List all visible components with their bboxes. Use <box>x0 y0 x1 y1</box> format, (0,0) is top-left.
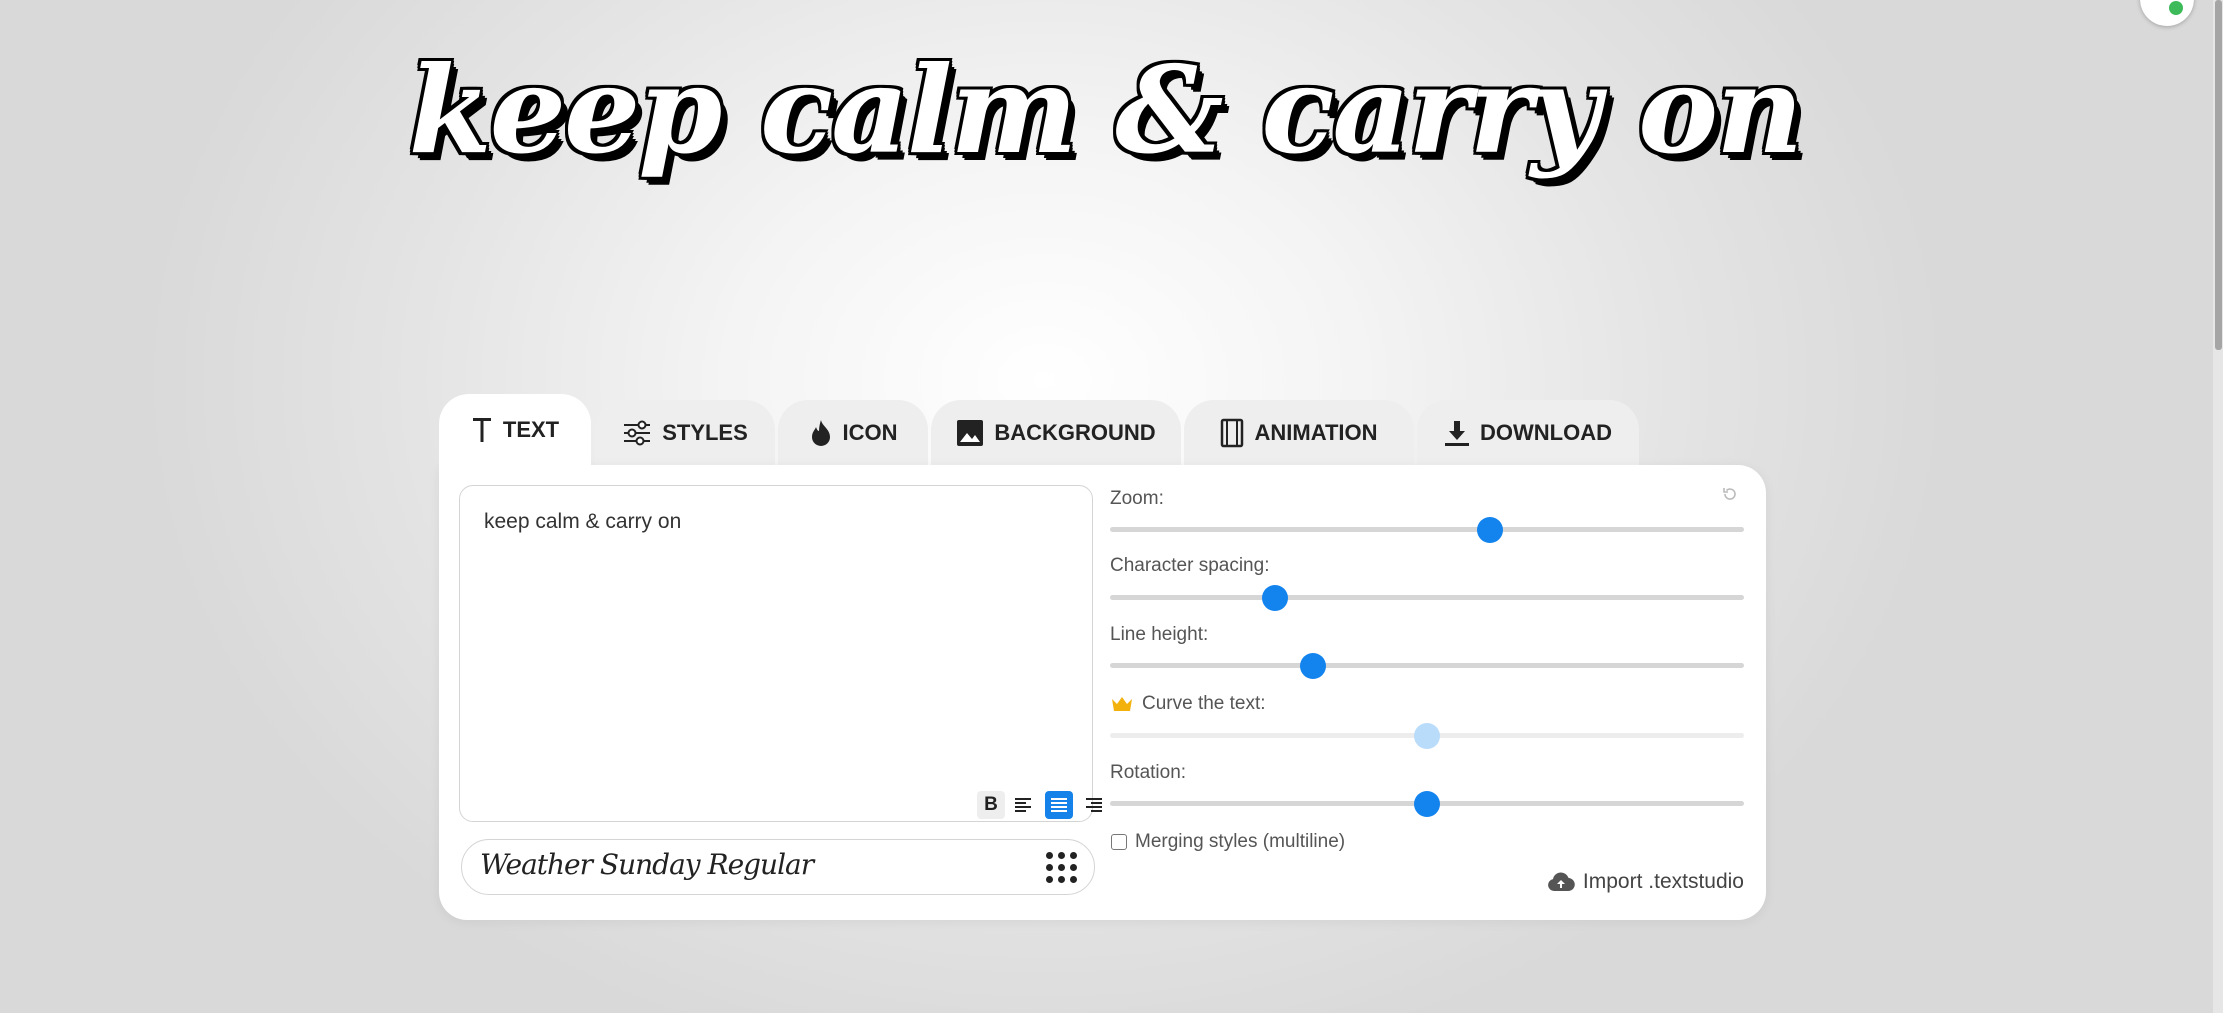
scrollbar-thumb[interactable] <box>2215 0 2222 350</box>
image-icon <box>957 420 984 446</box>
align-left-button[interactable] <box>1009 791 1037 819</box>
curve-slider-thumb[interactable] <box>1414 723 1440 749</box>
align-center-icon <box>1051 798 1067 812</box>
tab-background[interactable]: BACKGROUND <box>931 400 1181 466</box>
tab-text[interactable]: TEXT <box>439 394 591 466</box>
align-right-button[interactable] <box>1080 791 1108 819</box>
line-height-label: Line height: <box>1110 624 1209 645</box>
align-right-icon <box>1086 798 1102 812</box>
tab-animation[interactable]: ANIMATION <box>1184 400 1414 466</box>
status-dot-icon <box>2169 1 2183 15</box>
font-selector[interactable]: Weather Sunday Regular <box>461 839 1095 895</box>
zoom-slider[interactable] <box>1110 517 1744 543</box>
rotation-label: Rotation: <box>1110 762 1187 783</box>
align-left-icon <box>1015 798 1031 812</box>
align-center-button[interactable] <box>1045 791 1073 819</box>
film-icon <box>1221 418 1244 448</box>
grid-dots-icon[interactable] <box>1046 852 1078 884</box>
character-spacing-label: Character spacing: <box>1110 555 1270 576</box>
rotation-slider[interactable] <box>1110 791 1744 817</box>
text-preview: keep calm & carry on <box>408 40 1804 181</box>
import-button[interactable]: Import .textstudio <box>1547 870 1744 894</box>
editor-panel: keep calm & carry on B Weather Sunday Re… <box>439 465 1766 920</box>
sliders-icon <box>624 420 651 446</box>
text-input[interactable]: keep calm & carry on B <box>459 485 1102 822</box>
rotation-slider-thumb[interactable] <box>1414 791 1440 817</box>
tab-styles[interactable]: STYLES <box>595 400 775 466</box>
line-height-slider-thumb[interactable] <box>1299 653 1326 679</box>
tab-icon[interactable]: ICON <box>778 400 928 466</box>
crown-icon <box>1112 697 1132 711</box>
flame-icon <box>811 420 830 446</box>
merge-styles-option[interactable]: Merging styles (multiline) <box>1111 831 1345 853</box>
merge-styles-label: Merging styles (multiline) <box>1135 831 1346 852</box>
curve-label-text: Curve the text: <box>1142 693 1266 714</box>
cloud-upload-icon <box>1548 872 1575 892</box>
zoom-slider-thumb[interactable] <box>1477 517 1504 543</box>
zoom-label: Zoom: <box>1110 488 1164 509</box>
bold-button[interactable]: B <box>977 791 1005 819</box>
text-input-value: keep calm & carry on <box>484 510 682 533</box>
page-scrollbar[interactable] <box>2213 0 2223 1013</box>
line-height-slider[interactable] <box>1110 653 1744 679</box>
character-spacing-slider[interactable] <box>1110 585 1744 611</box>
import-label: Import .textstudio <box>1582 870 1744 893</box>
curve-label: Curve the text: <box>1110 693 1266 715</box>
text-t-icon <box>472 418 491 442</box>
download-icon <box>1445 421 1469 446</box>
character-spacing-slider-thumb[interactable] <box>1261 585 1288 611</box>
reset-icon[interactable] <box>1721 485 1739 503</box>
tab-download[interactable]: DOWNLOAD <box>1417 400 1639 466</box>
merge-styles-checkbox[interactable] <box>1111 834 1127 850</box>
curve-slider[interactable] <box>1110 723 1744 749</box>
extension-badge[interactable] <box>2140 0 2194 26</box>
font-name: Weather Sunday Regular <box>480 848 814 881</box>
